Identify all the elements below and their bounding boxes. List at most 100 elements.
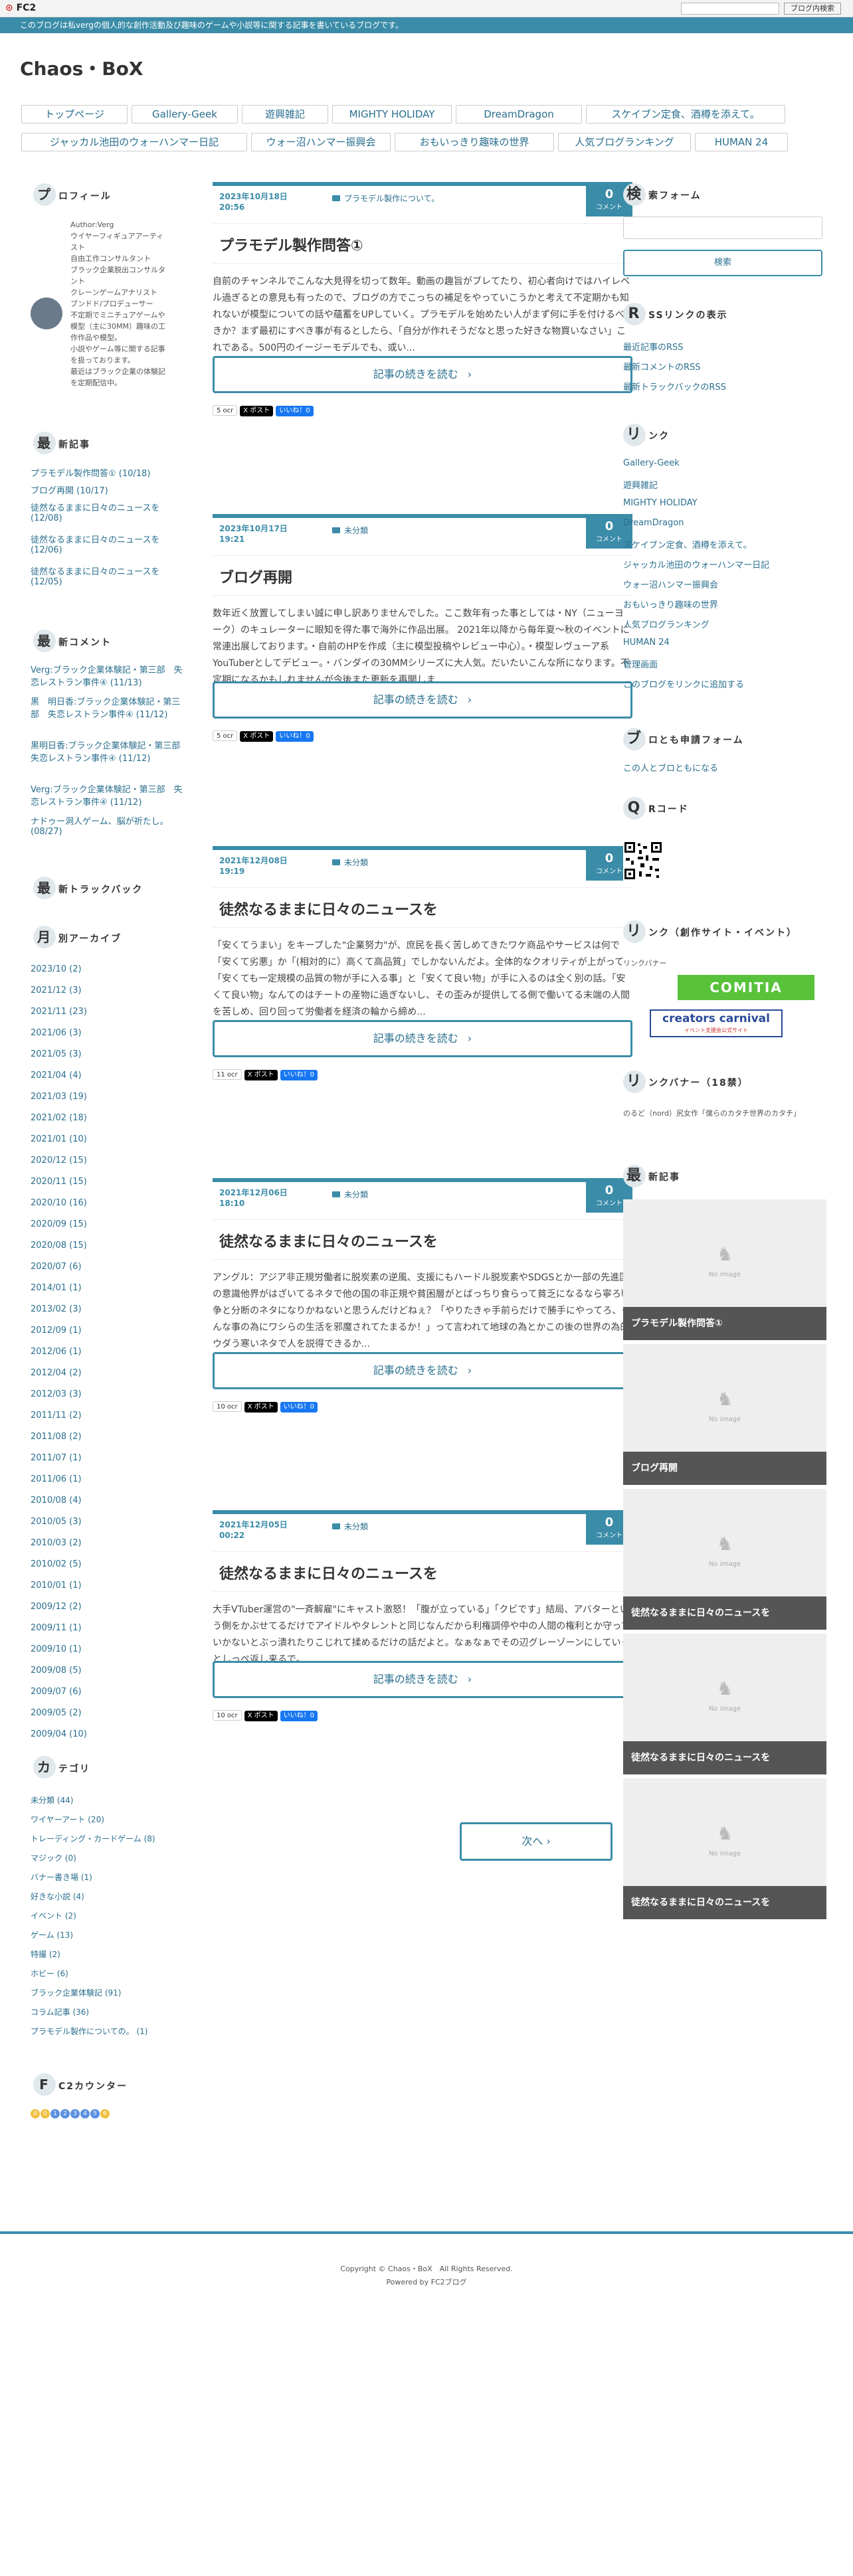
archive-link[interactable]: 2010/08 (4) — [31, 1496, 82, 1505]
archive-link[interactable]: 2020/12 (15) — [31, 1156, 87, 1165]
link-item[interactable]: スケイブン定食、酒樽を添えて。 — [623, 538, 752, 551]
x-post-button[interactable]: X ポスト — [240, 731, 274, 742]
archive-link[interactable]: 2010/01 (1) — [31, 1581, 82, 1590]
category-link[interactable]: 特撮 (2) — [31, 1948, 60, 1960]
link-item[interactable]: 遊興雑記 — [623, 478, 658, 491]
archive-link[interactable]: 2009/11 (1) — [31, 1623, 82, 1633]
recent-entry-link[interactable]: 徒然なるままに日々のニュースを (12/06) — [31, 533, 183, 555]
recent-comment-link[interactable]: 黒明日香:ブラック企業体験記・第三部 失恋レストラン事件④ (11/12) — [31, 738, 189, 764]
read-more-button[interactable]: 記事の続きを読む › — [213, 1661, 632, 1698]
nav-item[interactable]: ジャッカル池田のウォーハンマー日記 — [21, 133, 247, 151]
facebook-like-button[interactable]: いいね！0 — [276, 406, 314, 416]
archive-link[interactable]: 2009/12 (2) — [31, 1602, 82, 1612]
archive-link[interactable]: 2010/03 (2) — [31, 1538, 82, 1548]
archive-link[interactable]: 2009/04 (10) — [31, 1729, 87, 1739]
category-link[interactable]: 好きな小説 (4) — [31, 1891, 84, 1902]
archive-link[interactable]: 2021/06 (3) — [31, 1028, 82, 1038]
latest-article-card[interactable]: ♞ No image 徒然なるままに日々のニュースを — [623, 1778, 826, 1919]
archive-link[interactable]: 2009/07 (6) — [31, 1687, 82, 1697]
x-post-button[interactable]: X ポスト — [244, 1070, 278, 1080]
nav-item[interactable]: 遊興雑記 — [242, 105, 328, 124]
nav-item[interactable]: ウォー沼ハンマー振興会 — [251, 133, 391, 151]
facebook-like-button[interactable]: いいね！0 — [280, 1070, 318, 1080]
archive-link[interactable]: 2020/09 (15) — [31, 1219, 87, 1229]
entry-category[interactable]: 未分類 — [332, 1521, 368, 1532]
category-link[interactable]: トレーディング・カードゲーム (8) — [31, 1833, 155, 1844]
entry-category[interactable]: 未分類 — [332, 857, 368, 868]
hatena-bookmark-button[interactable]: 5 ocr — [213, 405, 238, 416]
creators-carnival-banner[interactable]: creators carnival イベント支援会公式サイト — [650, 1009, 783, 1037]
archive-link[interactable]: 2020/07 (6) — [31, 1262, 82, 1272]
x-post-button[interactable]: X ポスト — [244, 1711, 278, 1721]
archive-link[interactable]: 2010/02 (5) — [31, 1559, 82, 1569]
archive-link[interactable]: 2010/05 (3) — [31, 1517, 82, 1527]
nav-item[interactable]: スケイブン定食、酒樽を添えて。 — [586, 105, 785, 124]
hatena-bookmark-button[interactable]: 5 ocr — [213, 730, 238, 741]
entry-title[interactable]: ブログ再開 — [219, 566, 292, 587]
category-link[interactable]: ブラック企業体験記 (91) — [31, 1987, 121, 1998]
archive-link[interactable]: 2009/08 (5) — [31, 1666, 82, 1675]
archive-link[interactable]: 2011/11 (2) — [31, 1411, 82, 1420]
archive-link[interactable]: 2014/01 (1) — [31, 1283, 82, 1293]
archive-link[interactable]: 2012/06 (1) — [31, 1347, 82, 1357]
archive-link[interactable]: 2023/10 (2) — [31, 964, 82, 974]
recent-entry-link[interactable]: ブログ再開 (10/17) — [31, 483, 183, 496]
archive-link[interactable]: 2012/03 (3) — [31, 1389, 82, 1399]
hatena-bookmark-button[interactable]: 10 ocr — [213, 1710, 242, 1721]
archive-link[interactable]: 2021/01 (10) — [31, 1134, 87, 1144]
archive-link[interactable]: 2011/08 (2) — [31, 1432, 82, 1442]
archive-link[interactable]: 2009/10 (1) — [31, 1644, 82, 1654]
entry-category[interactable]: 未分類 — [332, 525, 368, 536]
rss-link[interactable]: 最新コメントのRSS — [623, 360, 701, 373]
archive-link[interactable]: 2012/09 (1) — [31, 1326, 82, 1335]
facebook-like-button[interactable]: いいね！0 — [276, 731, 314, 742]
link-item[interactable]: 人気ブログランキング — [623, 618, 710, 630]
category-link[interactable]: イベント (2) — [31, 1910, 76, 1921]
archive-link[interactable]: 2021/11 (23) — [31, 1007, 87, 1017]
read-more-button[interactable]: 記事の続きを読む › — [213, 1020, 632, 1057]
nav-item[interactable]: Gallery-Geek — [132, 105, 238, 124]
entry-title[interactable]: プラモデル製作問答① — [219, 234, 363, 255]
latest-article-card[interactable]: ♞ No image 徒然なるままに日々のニュースを — [623, 1489, 826, 1630]
recent-comment-link[interactable]: 黒 明日香:ブラック企業体験記・第三部 失恋レストラン事件④ (11/12) — [31, 695, 183, 720]
entry-category[interactable]: 未分類 — [332, 1189, 368, 1200]
category-link[interactable]: マジック (0) — [31, 1852, 76, 1863]
archive-link[interactable]: 2021/02 (18) — [31, 1113, 87, 1123]
archive-link[interactable]: 2021/04 (4) — [31, 1071, 82, 1080]
archive-link[interactable]: 2020/11 (15) — [31, 1177, 87, 1187]
category-link[interactable]: ゲーム (13) — [31, 1929, 73, 1940]
nav-item[interactable]: HUMAN 24 — [695, 133, 788, 151]
x-post-button[interactable]: X ポスト — [240, 406, 274, 416]
facebook-like-button[interactable]: いいね！0 — [280, 1402, 318, 1413]
archive-link[interactable]: 2012/04 (2) — [31, 1368, 82, 1378]
link-item[interactable]: ウォー沼ハンマー振興会 — [623, 578, 718, 590]
blog-search-input[interactable] — [681, 3, 779, 15]
link-item[interactable]: 管理画面 — [623, 657, 658, 670]
entry-title[interactable]: 徒然なるままに日々のニュースを — [219, 1562, 438, 1583]
nav-item[interactable]: 人気ブログランキング — [558, 133, 691, 151]
x-post-button[interactable]: X ポスト — [244, 1402, 278, 1413]
sidebar-search-input[interactable] — [623, 216, 822, 239]
rss-link[interactable]: 最新トラックバックのRSS — [623, 380, 726, 392]
category-link[interactable]: 未分類 (44) — [31, 1794, 73, 1806]
rss-link[interactable]: 最近記事のRSS — [623, 340, 684, 353]
archive-link[interactable]: 2020/10 (16) — [31, 1198, 87, 1208]
blog-search-button[interactable]: ブログ内検索 — [784, 3, 841, 15]
category-link[interactable]: ホビー (6) — [31, 1968, 68, 1979]
archive-link[interactable]: 2021/05 (3) — [31, 1049, 82, 1059]
archive-link[interactable]: 2009/05 (2) — [31, 1708, 82, 1718]
archive-link[interactable]: 2020/08 (15) — [31, 1241, 87, 1250]
recent-entry-link[interactable]: 徒然なるままに日々のニュースを (12/08) — [31, 501, 183, 523]
friend-request-link[interactable]: この人とブロともになる — [623, 761, 718, 774]
entry-title[interactable]: 徒然なるままに日々のニュースを — [219, 1230, 438, 1251]
recent-entry-link[interactable]: プラモデル製作問答① (10/18) — [31, 466, 183, 479]
nav-item[interactable]: おもいっきり趣味の世界 — [395, 133, 554, 151]
archive-link[interactable]: 2013/02 (3) — [31, 1304, 82, 1314]
read-more-button[interactable]: 記事の続きを読む › — [213, 681, 632, 719]
recent-comment-link[interactable]: ナドゥー洞人ゲーム、脳が祈たし。(08/27) — [31, 814, 183, 837]
entry-title[interactable]: 徒然なるままに日々のニュースを — [219, 898, 438, 919]
archive-link[interactable]: 2011/06 (1) — [31, 1474, 82, 1484]
archive-link[interactable]: 2021/12 (3) — [31, 986, 82, 995]
latest-article-card[interactable]: ♞ No image 徒然なるままに日々のニュースを — [623, 1634, 826, 1774]
link-item[interactable]: おもいっきり趣味の世界 — [623, 598, 718, 610]
